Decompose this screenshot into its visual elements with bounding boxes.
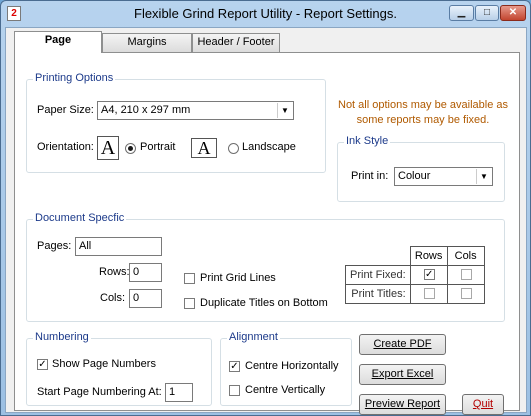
alignment-legend: Alignment — [227, 331, 280, 343]
chevron-down-icon[interactable]: ▼ — [476, 169, 491, 184]
numbering-group: Numbering ✓ Show Page Numbers Start Page… — [26, 331, 212, 406]
options-note: Not all options may be available as some… — [333, 98, 513, 128]
show-page-numbers-checkbox[interactable]: ✓ — [37, 359, 48, 370]
create-pdf-button[interactable]: Create PDF — [359, 334, 446, 355]
landscape-label[interactable]: Landscape — [242, 141, 296, 153]
minimize-button[interactable]: ▁ — [449, 5, 474, 21]
paper-size-select[interactable]: A4, 210 x 297 mm ▼ — [97, 101, 294, 120]
start-numbering-input[interactable]: 1 — [165, 383, 193, 402]
document-specific-legend: Document Specfic — [33, 212, 127, 224]
print-fixed-rows-checkbox[interactable]: ✓ — [423, 269, 435, 280]
ink-style-legend: Ink Style — [344, 135, 391, 147]
print-grid-lines-label[interactable]: Print Grid Lines — [200, 272, 276, 284]
close-button[interactable]: ✕ — [500, 5, 526, 21]
print-in-select[interactable]: Colour ▼ — [394, 167, 493, 186]
chevron-down-icon[interactable]: ▼ — [277, 103, 292, 118]
print-fixed-cols-checkbox[interactable] — [460, 269, 472, 280]
preview-report-button[interactable]: Preview Report — [359, 394, 446, 415]
print-titles-label: Print Titles: — [345, 284, 411, 304]
options-note-line1: Not all options may be available as — [338, 99, 508, 111]
print-titles-cols-checkbox[interactable] — [460, 288, 472, 299]
maximize-button[interactable]: □ — [475, 5, 499, 21]
print-fixed-label: Print Fixed: — [345, 265, 411, 285]
numbering-legend: Numbering — [33, 331, 91, 343]
printing-options-legend: Printing Options — [33, 72, 116, 84]
print-fixed-cols-cell — [446, 265, 485, 285]
orientation-label: Orientation: — [37, 141, 94, 153]
export-excel-button[interactable]: Export Excel — [359, 364, 446, 385]
print-grid-lines-checkbox[interactable] — [184, 273, 195, 284]
page-tab-panel: Printing Options Paper Size: A4, 210 x 2… — [14, 52, 520, 415]
alignment-group: Alignment ✓ Centre Horizontally Centre V… — [220, 331, 352, 406]
start-numbering-label: Start Page Numbering At: — [37, 386, 162, 398]
centre-vertically-label[interactable]: Centre Vertically — [245, 384, 325, 396]
landscape-radio[interactable] — [228, 143, 239, 154]
print-titles-cols-cell — [446, 284, 485, 304]
cols-label: Cols: — [100, 292, 126, 304]
rows-input[interactable]: 0 — [129, 263, 162, 282]
portrait-radio[interactable] — [125, 143, 136, 154]
paper-size-value: A4, 210 x 297 mm — [101, 104, 191, 116]
report-settings-window: 2 Flexible Grind Report Utility - Report… — [0, 0, 531, 416]
duplicate-titles-label[interactable]: Duplicate Titles on Bottom — [200, 297, 328, 309]
print-fixed-rows-cell: ✓ — [409, 265, 448, 285]
col-header-cols: Cols — [446, 246, 485, 266]
tab-margins[interactable]: Margins — [102, 33, 192, 52]
portrait-page-icon: A — [97, 136, 119, 160]
fixed-titles-table: Rows Cols Print Fixed: ✓ Print Titles: — [345, 246, 485, 304]
tab-header-footer[interactable]: Header / Footer — [192, 33, 280, 52]
table-corner — [346, 247, 411, 266]
options-note-line2: some reports may be fixed. — [356, 114, 490, 126]
centre-vertically-checkbox[interactable] — [229, 385, 240, 396]
pages-input[interactable]: All — [75, 237, 162, 256]
centre-horizontally-checkbox[interactable]: ✓ — [229, 361, 240, 372]
duplicate-titles-checkbox[interactable] — [184, 298, 195, 309]
rows-label: Rows: — [99, 266, 130, 278]
tab-page[interactable]: Page — [14, 31, 102, 53]
ink-style-group: Ink Style Print in: Colour ▼ — [337, 135, 505, 202]
show-page-numbers-label[interactable]: Show Page Numbers — [52, 358, 156, 370]
printing-options-group: Printing Options Paper Size: A4, 210 x 2… — [26, 72, 326, 173]
col-header-rows: Rows — [409, 246, 448, 266]
portrait-label[interactable]: Portrait — [140, 141, 175, 153]
pages-label: Pages: — [37, 240, 72, 252]
landscape-page-icon: A — [191, 138, 217, 158]
title-bar[interactable]: 2 Flexible Grind Report Utility - Report… — [1, 1, 530, 27]
dialog-client-area: Page Margins Header / Footer Printing Op… — [5, 27, 527, 415]
cols-input[interactable]: 0 — [129, 289, 162, 308]
print-in-label: Print in: — [351, 170, 389, 182]
print-titles-rows-cell — [409, 284, 448, 304]
print-titles-rows-checkbox[interactable] — [423, 288, 435, 299]
document-specific-group: Document Specfic Pages: All Rows: 0 Cols… — [26, 212, 505, 322]
quit-button[interactable]: Quit — [462, 394, 504, 415]
paper-size-label: Paper Size: — [37, 104, 94, 116]
centre-horizontally-label[interactable]: Centre Horizontally — [245, 360, 339, 372]
print-in-value: Colour — [398, 170, 431, 182]
